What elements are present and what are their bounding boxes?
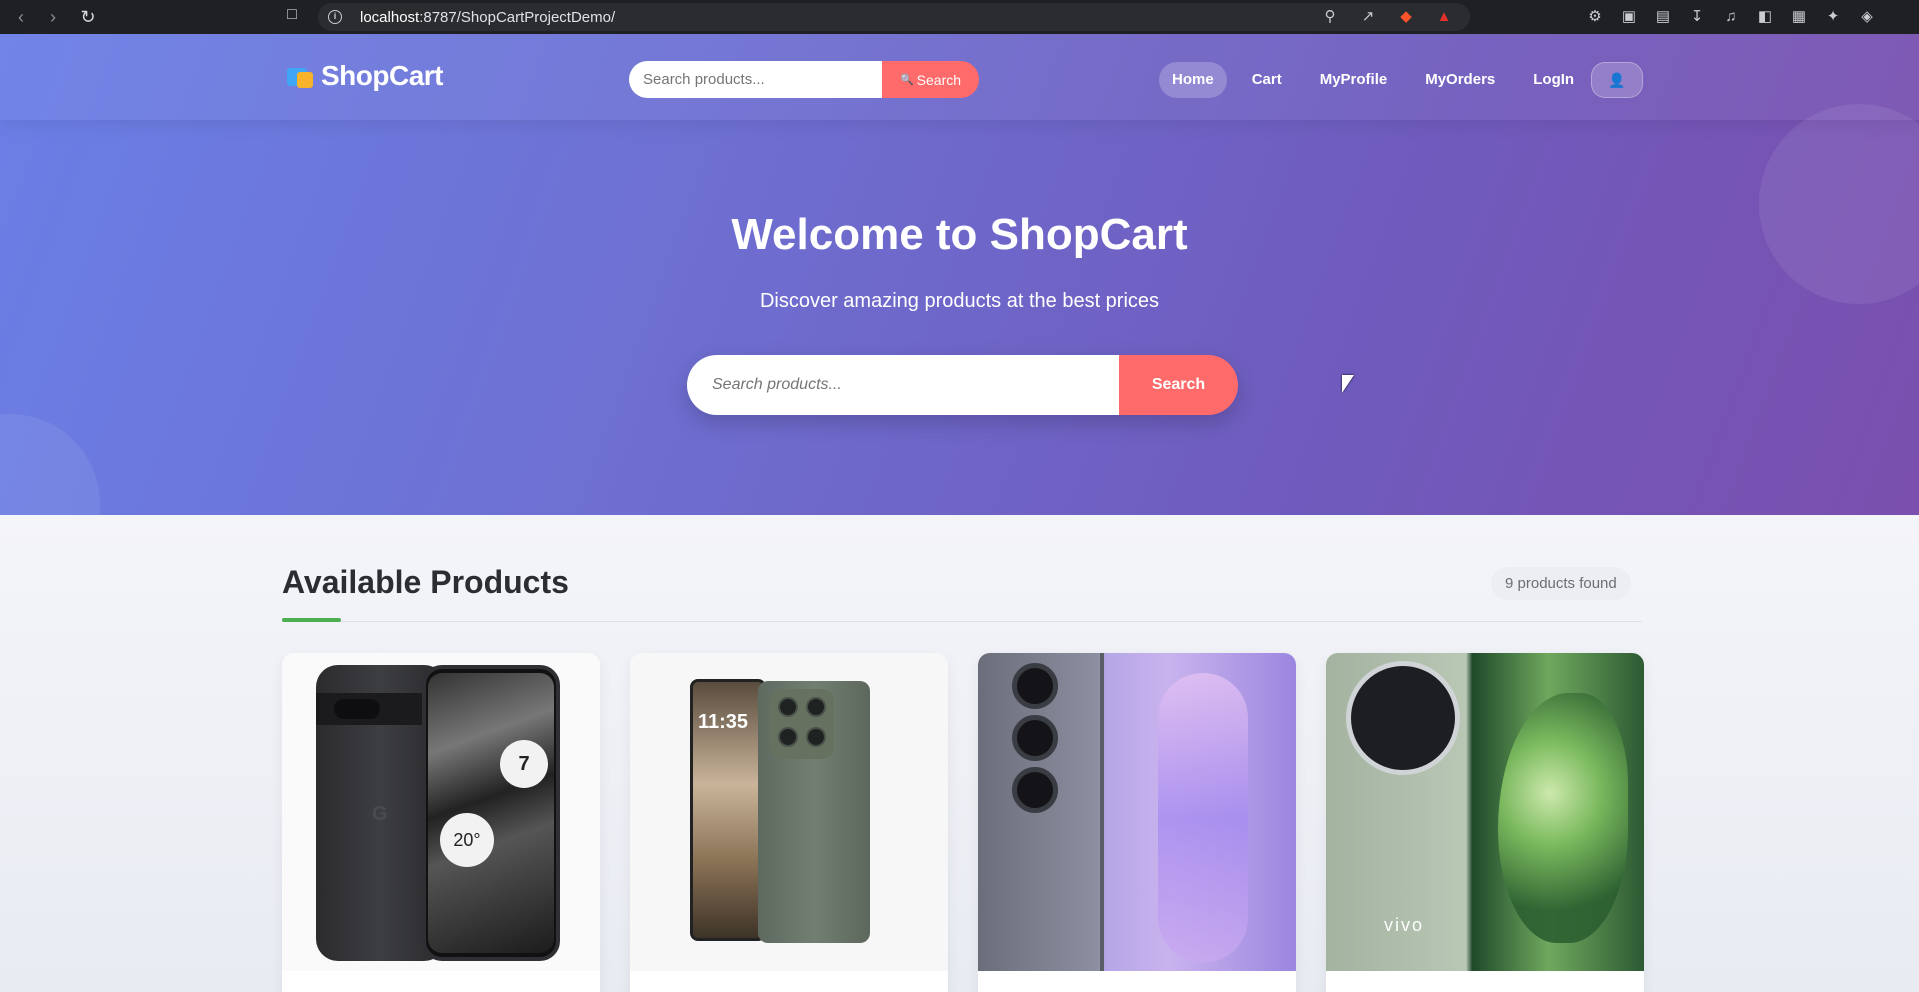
product-card[interactable]: 11:35 bbox=[630, 653, 948, 992]
mouse-cursor-icon bbox=[1342, 375, 1354, 393]
hero-section: ShopCart 🔍Search Home Cart MyProfile MyO… bbox=[0, 34, 1919, 515]
product-image-pixel[interactable]: G 7 20° bbox=[282, 653, 600, 971]
hero-search-form: Search bbox=[687, 355, 1238, 415]
vivo-logo: vivo bbox=[1384, 915, 1425, 935]
cart-logo-icon bbox=[287, 64, 315, 88]
screen-temperature: 20° bbox=[440, 813, 494, 867]
product-card[interactable] bbox=[978, 653, 1296, 992]
nav-search-form: 🔍Search bbox=[629, 61, 979, 98]
products-count-badge: 9 products found bbox=[1491, 567, 1631, 600]
hero-title: Welcome to ShopCart bbox=[731, 210, 1188, 259]
nav-cart[interactable]: Cart bbox=[1239, 62, 1295, 98]
vpn-icon[interactable]: ◈ bbox=[1857, 7, 1877, 27]
site-navbar: ShopCart 🔍Search Home Cart MyProfile MyO… bbox=[0, 34, 1919, 120]
product-card[interactable]: vivo bbox=[1326, 653, 1644, 992]
back-icon[interactable]: ‹ bbox=[10, 6, 32, 28]
brave-shield-icon[interactable]: ◆ bbox=[1396, 7, 1416, 27]
browser-toolbar: ‹ › ↻ □ i localhost:8787/ShopCartProject… bbox=[0, 0, 1919, 34]
bookmark-icon[interactable]: □ bbox=[282, 6, 302, 28]
nav-search-button[interactable]: 🔍 Search bbox=[882, 61, 979, 98]
heading-underline bbox=[282, 618, 341, 622]
address-bar[interactable]: i localhost:8787/ShopCartProjectDemo/ ⚲ … bbox=[318, 3, 1470, 31]
product-image-vivo[interactable]: vivo bbox=[1326, 653, 1644, 971]
leo-ai-icon[interactable]: ✦ bbox=[1823, 7, 1843, 27]
hero-search-input[interactable] bbox=[687, 355, 1119, 415]
nav-myorders[interactable]: MyOrders bbox=[1412, 62, 1508, 98]
reading-list-icon[interactable]: ▤ bbox=[1653, 7, 1673, 27]
brand-logo[interactable]: ShopCart bbox=[287, 60, 444, 92]
rewards-icon[interactable]: ▲ bbox=[1434, 7, 1454, 27]
screen-time: 11:35 bbox=[698, 711, 749, 733]
nav-myprofile[interactable]: MyProfile bbox=[1307, 62, 1401, 98]
download-icon[interactable]: ↧ bbox=[1687, 7, 1707, 27]
nav-search-input[interactable] bbox=[629, 61, 882, 98]
media-icon[interactable]: ♫ bbox=[1721, 7, 1741, 27]
nav-home[interactable]: Home bbox=[1159, 62, 1227, 98]
nav-login[interactable]: LogIn bbox=[1520, 62, 1587, 98]
sidebar-icon[interactable]: ◧ bbox=[1755, 7, 1775, 27]
zoom-icon[interactable]: ⚲ bbox=[1320, 7, 1340, 27]
product-image-samsung[interactable] bbox=[978, 653, 1296, 971]
google-logo-icon: G bbox=[372, 803, 388, 825]
products-heading: Available Products bbox=[282, 564, 569, 600]
reload-icon[interactable]: ↻ bbox=[77, 6, 99, 28]
products-section: Available Products 9 products found G 7 … bbox=[0, 515, 1919, 992]
hero-subtitle: Discover amazing products at the best pr… bbox=[759, 290, 1160, 312]
user-icon[interactable]: 👤 bbox=[1591, 62, 1643, 98]
product-image-moto[interactable]: 11:35 bbox=[630, 653, 948, 971]
wallet-icon[interactable]: ▦ bbox=[1789, 7, 1809, 27]
screen-clock: 7 bbox=[500, 740, 548, 788]
forward-icon[interactable]: › bbox=[42, 6, 64, 28]
decor-circle bbox=[0, 414, 100, 515]
nav-links: Home Cart MyProfile MyOrders LogIn bbox=[1159, 62, 1599, 98]
screenshot-icon[interactable]: ▣ bbox=[1619, 7, 1639, 27]
share-icon[interactable]: ↗ bbox=[1358, 7, 1378, 27]
divider bbox=[282, 621, 1642, 622]
brand-name: ShopCart bbox=[321, 60, 444, 91]
search-icon: 🔍 bbox=[899, 74, 914, 86]
product-grid: G 7 20° 11:35 vivo bbox=[282, 653, 1644, 992]
site-info-icon[interactable]: i bbox=[328, 10, 342, 24]
extensions-icon[interactable]: ⚙ bbox=[1585, 7, 1605, 27]
product-card[interactable]: G 7 20° bbox=[282, 653, 600, 992]
decor-circle bbox=[1759, 104, 1919, 304]
url-text[interactable]: localhost:8787/ShopCartProjectDemo/ bbox=[360, 9, 615, 26]
hero-search-button[interactable]: Search bbox=[1119, 355, 1238, 415]
